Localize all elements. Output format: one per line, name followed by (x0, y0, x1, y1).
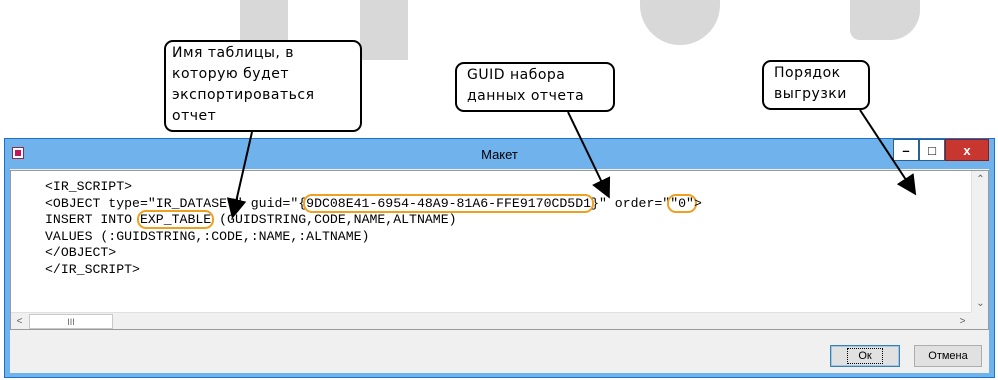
annotation-arrows (226, 109, 917, 219)
arrow-order (859, 109, 917, 196)
arrow-guid (567, 111, 611, 199)
arrow-table-name (226, 131, 253, 219)
